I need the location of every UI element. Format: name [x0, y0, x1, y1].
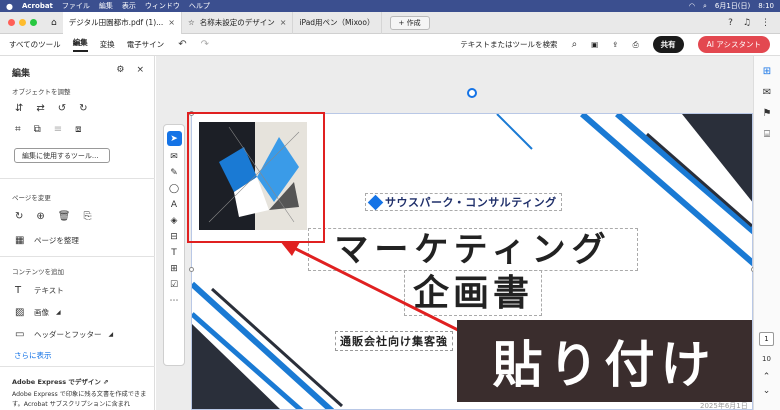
pages-panel-icon[interactable]: ⊞	[763, 66, 771, 77]
stamp-icon[interactable]: ⊟	[170, 232, 178, 242]
lasso-icon[interactable]: ◯	[169, 184, 179, 194]
page-up-icon[interactable]: ⌃	[759, 372, 774, 382]
current-page-input[interactable]: 1	[759, 332, 774, 346]
attachments-icon[interactable]: ⌸	[764, 129, 770, 140]
acrobat-window: { "menubar": { "app": "Acrobat", "items"…	[0, 0, 780, 410]
pen-icon[interactable]: ✎	[170, 168, 178, 178]
caption-text: 貼り付け	[492, 336, 717, 394]
comments-icon[interactable]: ✉	[763, 87, 771, 98]
fill-icon[interactable]: ◈	[171, 216, 178, 226]
caption-overlay: 貼り付け	[457, 320, 752, 402]
select-tool-icon[interactable]: ➤	[166, 131, 182, 146]
quick-tools-bar: ➤ ✉ ✎ ◯ A ◈ ⊟ T ⊞ ☑ ⋯	[163, 124, 185, 366]
total-pages: 10	[762, 355, 771, 363]
more-tools-icon[interactable]: ⋯	[170, 296, 179, 306]
checklist-icon[interactable]: ☑	[170, 280, 178, 290]
text-size-icon[interactable]: T	[171, 248, 177, 258]
insert-icon[interactable]: ⊞	[170, 264, 178, 274]
page-down-icon[interactable]: ⌄	[759, 386, 774, 396]
text-box-icon[interactable]: A	[171, 200, 177, 210]
bookmark-icon[interactable]: ⚑	[763, 108, 772, 119]
comment-icon[interactable]: ✉	[170, 152, 178, 162]
